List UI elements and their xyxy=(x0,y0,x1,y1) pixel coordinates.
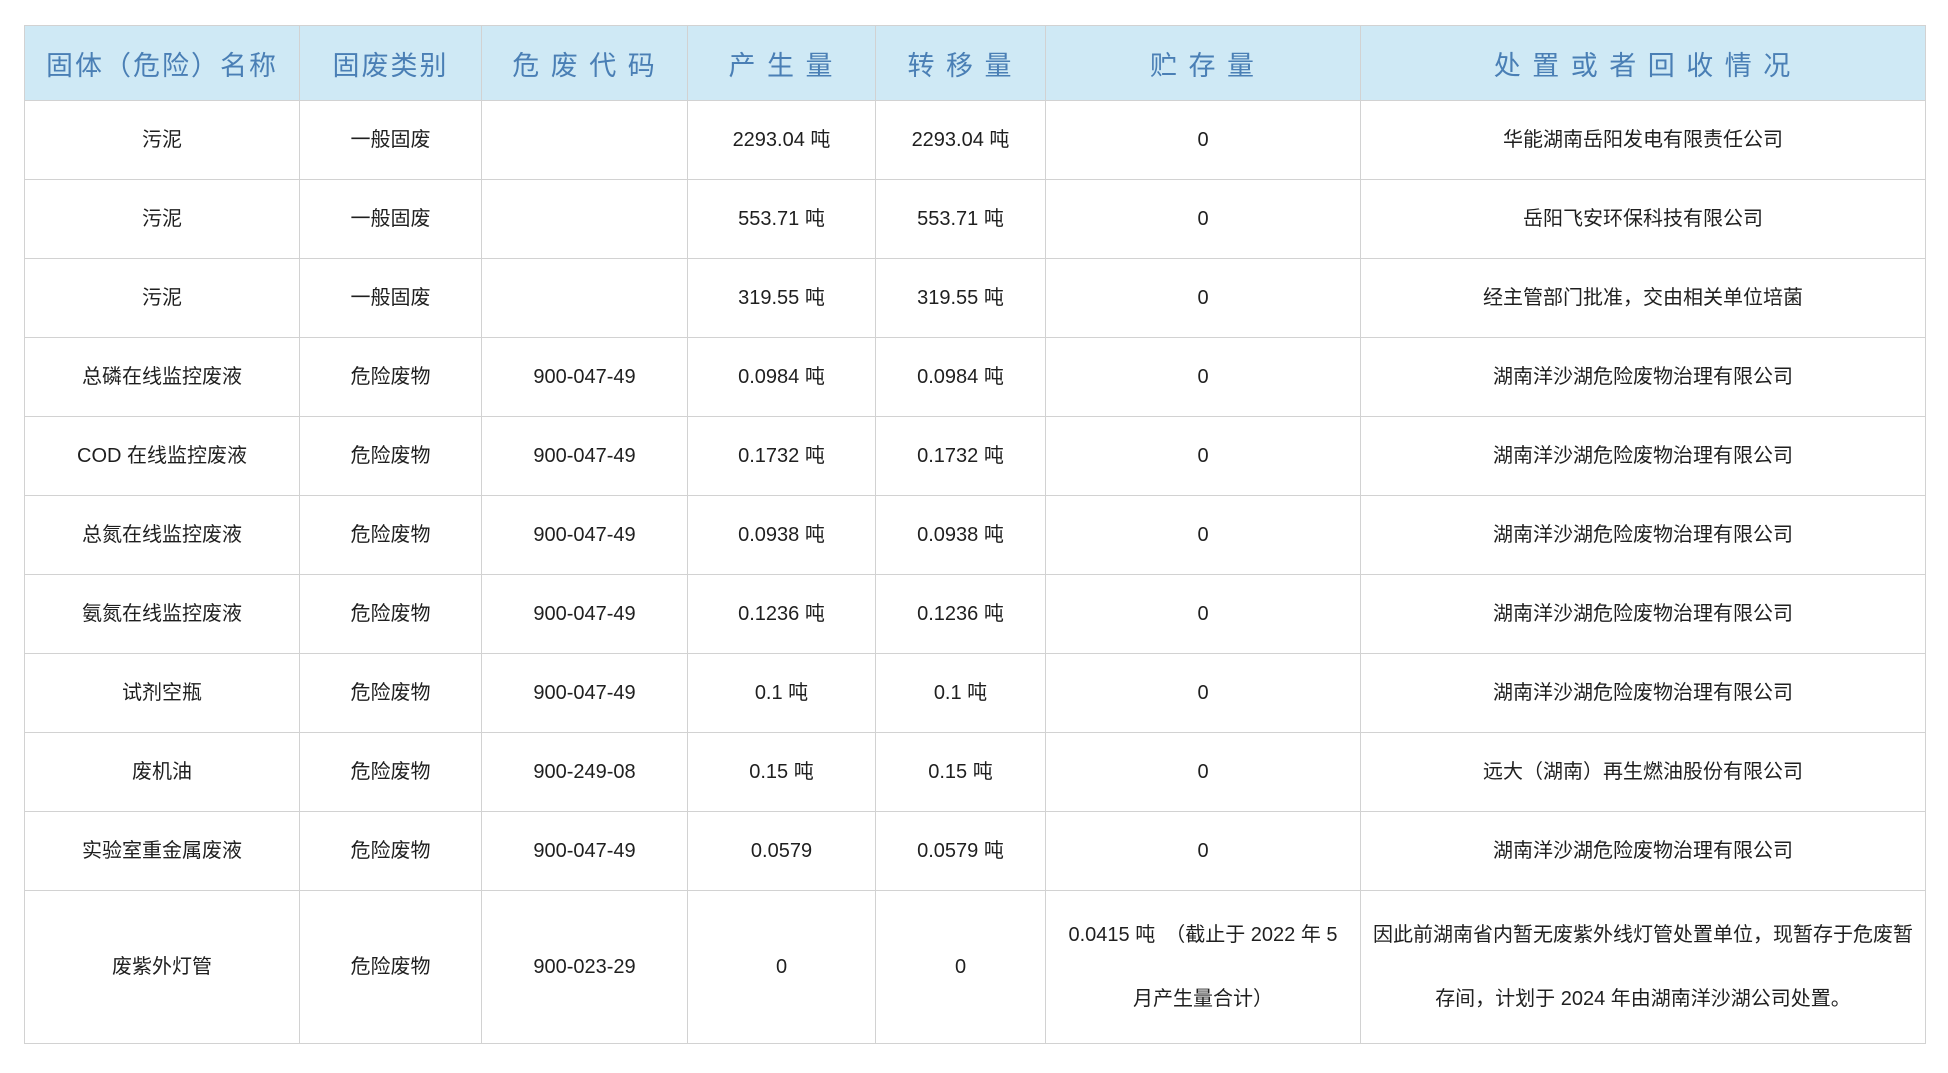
cell-produced: 553.71 吨 xyxy=(688,180,876,259)
cell-name: 试剂空瓶 xyxy=(25,654,300,733)
table-row: 污泥一般固废2293.04 吨2293.04 吨0华能湖南岳阳发电有限责任公司 xyxy=(25,101,1926,180)
cell-category: 一般固废 xyxy=(300,101,482,180)
cell-name: 氨氮在线监控废液 xyxy=(25,575,300,654)
cell-transferred: 2293.04 吨 xyxy=(876,101,1046,180)
cell-category: 危险废物 xyxy=(300,812,482,891)
cell-name: 废紫外灯管 xyxy=(25,891,300,1044)
cell-code: 900-023-29 xyxy=(482,891,688,1044)
cell-transferred: 553.71 吨 xyxy=(876,180,1046,259)
cell-disposal: 华能湖南岳阳发电有限责任公司 xyxy=(1361,101,1926,180)
cell-disposal: 湖南洋沙湖危险废物治理有限公司 xyxy=(1361,812,1926,891)
cell-transferred: 319.55 吨 xyxy=(876,259,1046,338)
cell-name: 废机油 xyxy=(25,733,300,812)
cell-stored: 0 xyxy=(1046,338,1361,417)
cell-name: 污泥 xyxy=(25,180,300,259)
cell-stored: 0 xyxy=(1046,259,1361,338)
cell-produced: 0.15 吨 xyxy=(688,733,876,812)
cell-category: 危险废物 xyxy=(300,891,482,1044)
cell-code xyxy=(482,180,688,259)
column-header-transferred: 转 移 量 xyxy=(876,26,1046,101)
cell-category: 危险废物 xyxy=(300,496,482,575)
cell-disposal: 远大（湖南）再生燃油股份有限公司 xyxy=(1361,733,1926,812)
cell-disposal: 湖南洋沙湖危险废物治理有限公司 xyxy=(1361,575,1926,654)
table-row: COD 在线监控废液危险废物900-047-490.1732 吨0.1732 吨… xyxy=(25,417,1926,496)
cell-produced: 2293.04 吨 xyxy=(688,101,876,180)
column-header-name: 固体（危险）名称 xyxy=(25,26,300,101)
cell-stored: 0 xyxy=(1046,733,1361,812)
cell-transferred: 0.1732 吨 xyxy=(876,417,1046,496)
cell-disposal: 湖南洋沙湖危险废物治理有限公司 xyxy=(1361,417,1926,496)
cell-produced: 0.1732 吨 xyxy=(688,417,876,496)
cell-stored: 0 xyxy=(1046,654,1361,733)
cell-name: 总磷在线监控废液 xyxy=(25,338,300,417)
cell-stored: 0 xyxy=(1046,812,1361,891)
cell-stored: 0 xyxy=(1046,101,1361,180)
cell-stored: 0 xyxy=(1046,180,1361,259)
table-row: 氨氮在线监控废液危险废物900-047-490.1236 吨0.1236 吨0湖… xyxy=(25,575,1926,654)
table-row: 废机油危险废物900-249-080.15 吨0.15 吨0远大（湖南）再生燃油… xyxy=(25,733,1926,812)
column-header-code: 危 废 代 码 xyxy=(482,26,688,101)
waste-disclosure-table-container: 固体（危险）名称固废类别危 废 代 码产 生 量转 移 量贮 存 量处 置 或 … xyxy=(24,25,1926,1044)
table-row: 污泥一般固废553.71 吨553.71 吨0岳阳飞安环保科技有限公司 xyxy=(25,180,1926,259)
cell-category: 危险废物 xyxy=(300,575,482,654)
cell-transferred: 0.15 吨 xyxy=(876,733,1046,812)
cell-produced: 319.55 吨 xyxy=(688,259,876,338)
cell-transferred: 0.1236 吨 xyxy=(876,575,1046,654)
cell-code: 900-249-08 xyxy=(482,733,688,812)
cell-transferred: 0 xyxy=(876,891,1046,1044)
cell-stored: 0 xyxy=(1046,496,1361,575)
header-row: 固体（危险）名称固废类别危 废 代 码产 生 量转 移 量贮 存 量处 置 或 … xyxy=(25,26,1926,101)
cell-transferred: 0.0938 吨 xyxy=(876,496,1046,575)
table-body: 污泥一般固废2293.04 吨2293.04 吨0华能湖南岳阳发电有限责任公司污… xyxy=(25,101,1926,1044)
table-row: 污泥一般固废319.55 吨319.55 吨0经主管部门批准，交由相关单位培菌 xyxy=(25,259,1926,338)
cell-code xyxy=(482,259,688,338)
cell-transferred: 0.1 吨 xyxy=(876,654,1046,733)
cell-produced: 0.1 吨 xyxy=(688,654,876,733)
cell-code: 900-047-49 xyxy=(482,417,688,496)
cell-stored: 0.0415 吨 （截止于 2022 年 5 月产生量合计） xyxy=(1046,891,1361,1044)
waste-table: 固体（危险）名称固废类别危 废 代 码产 生 量转 移 量贮 存 量处 置 或 … xyxy=(24,25,1926,1044)
column-header-category: 固废类别 xyxy=(300,26,482,101)
cell-category: 危险废物 xyxy=(300,417,482,496)
cell-code: 900-047-49 xyxy=(482,654,688,733)
cell-category: 危险废物 xyxy=(300,654,482,733)
cell-disposal: 湖南洋沙湖危险废物治理有限公司 xyxy=(1361,338,1926,417)
cell-category: 危险废物 xyxy=(300,733,482,812)
cell-disposal: 岳阳飞安环保科技有限公司 xyxy=(1361,180,1926,259)
cell-produced: 0.0579 xyxy=(688,812,876,891)
cell-disposal: 因此前湖南省内暂无废紫外线灯管处置单位，现暂存于危废暂存间，计划于 2024 年… xyxy=(1361,891,1926,1044)
cell-code: 900-047-49 xyxy=(482,812,688,891)
cell-produced: 0.1236 吨 xyxy=(688,575,876,654)
table-row: 废紫外灯管危险废物900-023-29000.0415 吨 （截止于 2022 … xyxy=(25,891,1926,1044)
cell-transferred: 0.0984 吨 xyxy=(876,338,1046,417)
cell-category: 一般固废 xyxy=(300,180,482,259)
column-header-stored: 贮 存 量 xyxy=(1046,26,1361,101)
table-row: 总氮在线监控废液危险废物900-047-490.0938 吨0.0938 吨0湖… xyxy=(25,496,1926,575)
cell-disposal: 湖南洋沙湖危险废物治理有限公司 xyxy=(1361,496,1926,575)
cell-disposal: 经主管部门批准，交由相关单位培菌 xyxy=(1361,259,1926,338)
cell-name: 污泥 xyxy=(25,101,300,180)
column-header-produced: 产 生 量 xyxy=(688,26,876,101)
cell-produced: 0 xyxy=(688,891,876,1044)
column-header-disposal: 处 置 或 者 回 收 情 况 xyxy=(1361,26,1926,101)
table-row: 试剂空瓶危险废物900-047-490.1 吨0.1 吨0湖南洋沙湖危险废物治理… xyxy=(25,654,1926,733)
cell-stored: 0 xyxy=(1046,575,1361,654)
cell-produced: 0.0938 吨 xyxy=(688,496,876,575)
cell-code: 900-047-49 xyxy=(482,338,688,417)
cell-name: 污泥 xyxy=(25,259,300,338)
table-row: 实验室重金属废液危险废物900-047-490.05790.0579 吨0湖南洋… xyxy=(25,812,1926,891)
cell-name: 实验室重金属废液 xyxy=(25,812,300,891)
table-row: 总磷在线监控废液危险废物900-047-490.0984 吨0.0984 吨0湖… xyxy=(25,338,1926,417)
cell-category: 危险废物 xyxy=(300,338,482,417)
cell-code xyxy=(482,101,688,180)
cell-code: 900-047-49 xyxy=(482,575,688,654)
cell-code: 900-047-49 xyxy=(482,496,688,575)
cell-transferred: 0.0579 吨 xyxy=(876,812,1046,891)
cell-name: 总氮在线监控废液 xyxy=(25,496,300,575)
cell-produced: 0.0984 吨 xyxy=(688,338,876,417)
cell-name: COD 在线监控废液 xyxy=(25,417,300,496)
cell-disposal: 湖南洋沙湖危险废物治理有限公司 xyxy=(1361,654,1926,733)
cell-category: 一般固废 xyxy=(300,259,482,338)
cell-stored: 0 xyxy=(1046,417,1361,496)
